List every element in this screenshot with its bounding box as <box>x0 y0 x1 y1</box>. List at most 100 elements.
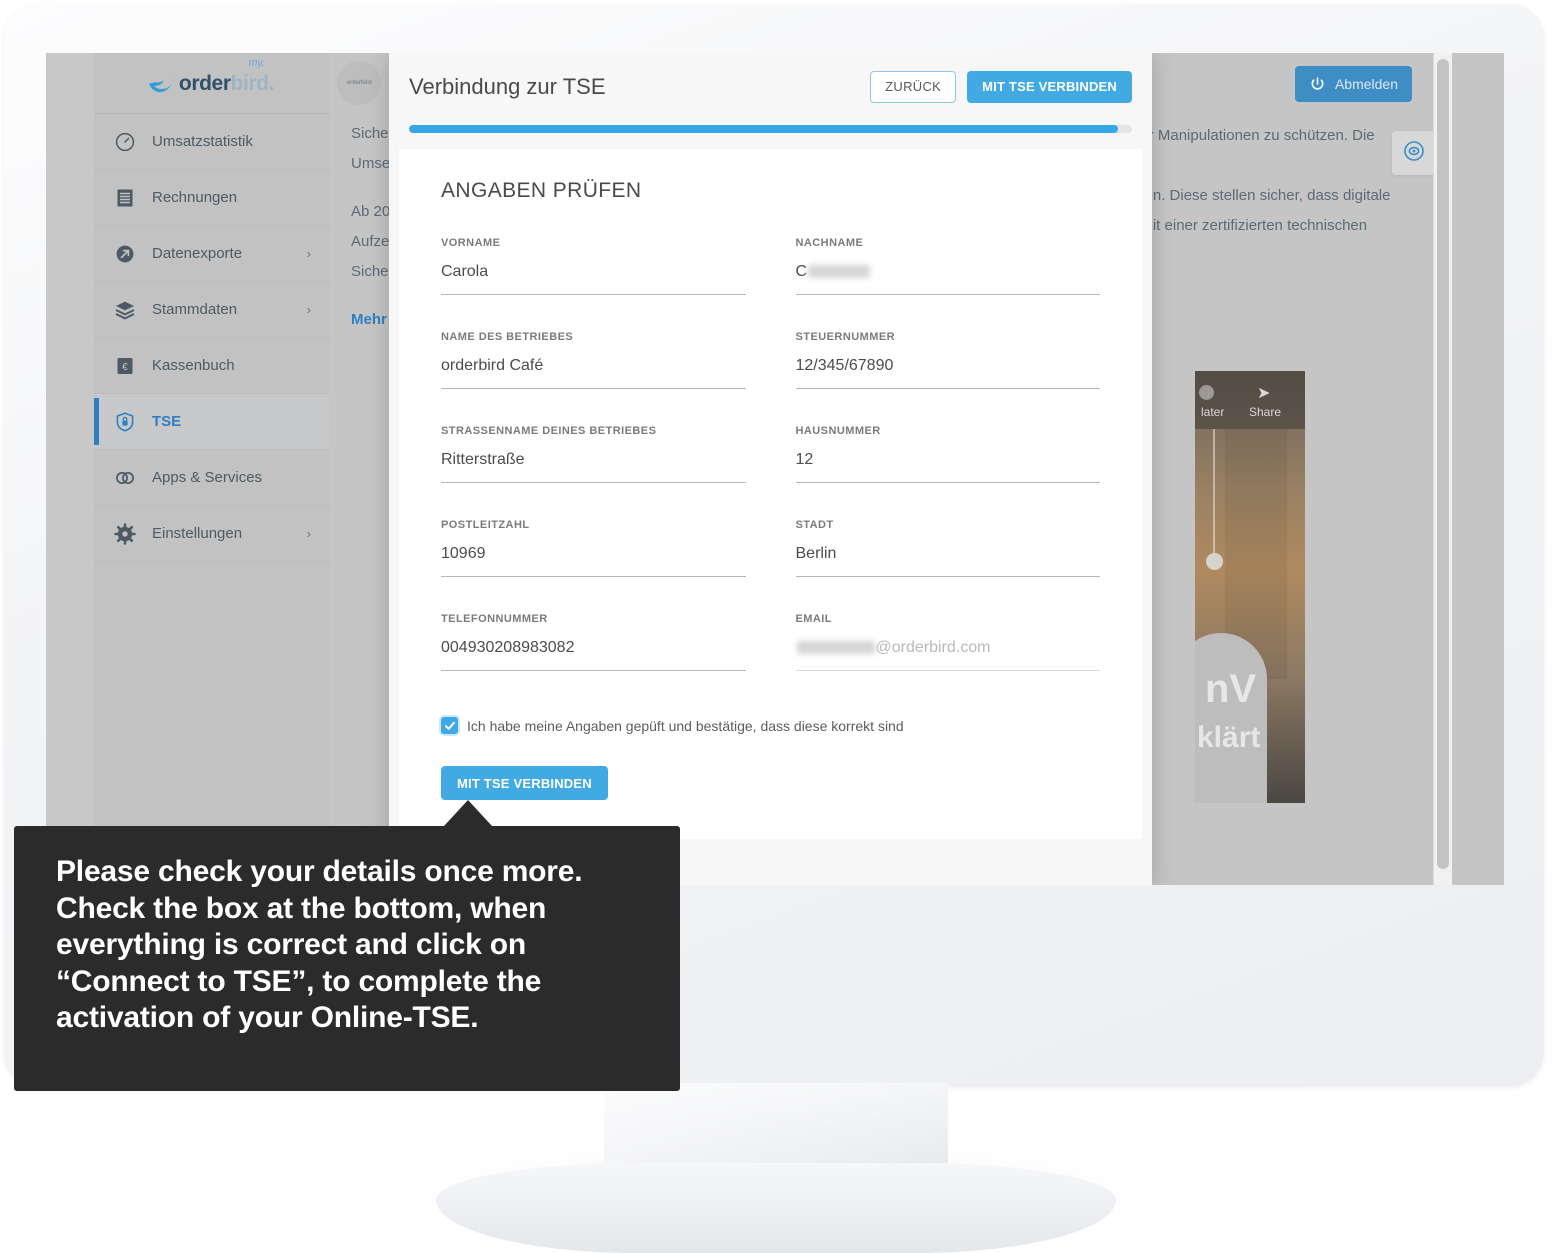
sidebar-item-umsatzstatistik[interactable]: Umsatzstatistik <box>94 114 329 170</box>
form-field: NACHNAME C <box>795 237 1100 295</box>
back-button[interactable]: ZURÜCK <box>870 70 957 103</box>
field-input[interactable]: 10969 <box>441 545 746 577</box>
field-label: VORNAME <box>441 237 501 249</box>
gear-icon <box>114 522 136 545</box>
field-input[interactable]: @orderbird.com <box>795 639 1100 671</box>
field-value: 12 <box>795 451 814 468</box>
cashbook-euro-icon: € <box>114 355 136 377</box>
field-label: NAME DES BETRIEBES <box>441 331 574 343</box>
sidebar-item-datenexporte[interactable]: Datenexporte › <box>94 226 329 282</box>
field-input[interactable]: 12/345/67890 <box>795 357 1100 389</box>
brand-my-text: my. <box>248 56 265 69</box>
shield-lock-icon <box>114 411 136 433</box>
progress-bar-fill <box>409 125 1118 133</box>
web-app: orderbird. my. Umsatzstatistik Rechnungen… <box>46 53 1504 885</box>
field-value: @orderbird.com <box>875 639 991 656</box>
field-value: Berlin <box>795 545 837 562</box>
field-label: HAUSNUMMER <box>795 425 881 437</box>
confirm-checkbox[interactable] <box>441 717 458 734</box>
bg-text-line1: Siche <box>351 125 389 142</box>
monitor: orderbird. my. Umsatzstatistik Rechnungen… <box>0 0 1552 1253</box>
form-field: VORNAME Carola <box>441 237 746 295</box>
confirm-checkbox-label: Ich habe meine Angaben gepüft und bestät… <box>467 717 904 734</box>
background-more-link[interactable]: Mehr <box>351 311 387 328</box>
field-input[interactable]: Carola <box>441 263 746 295</box>
details-form: VORNAME Carola NACHNAME C NAME DES BETRIEBES… <box>399 237 1142 671</box>
scrollbar-thumb[interactable] <box>1437 59 1449 869</box>
page-scrollbar[interactable] <box>1433 53 1452 885</box>
sidebar-item-label: Datenexporte <box>152 245 243 262</box>
field-value: 004930208983082 <box>441 639 575 656</box>
monitor-screen: orderbird. my. Umsatzstatistik Rechnungen… <box>46 53 1504 885</box>
svg-text:€: € <box>122 362 128 373</box>
watch-later-icon <box>1199 385 1214 400</box>
chevron-right-icon: › <box>306 302 311 317</box>
field-input[interactable]: Ritterstraße <box>441 451 746 483</box>
power-icon <box>1309 76 1326 93</box>
callout-pointer <box>444 800 492 826</box>
video-title-bottom: klärt <box>1197 721 1261 754</box>
field-value: 10969 <box>441 545 486 562</box>
receipt-icon <box>114 187 136 209</box>
field-input[interactable]: 004930208983082 <box>441 639 746 671</box>
field-label: STRASSENNAME DEINES BETRIEBES <box>441 425 657 437</box>
sidebar-item-label: Stammdaten <box>152 301 238 318</box>
connect-tse-submit-button[interactable]: MIT TSE VERBINDEN <box>441 766 608 800</box>
field-label: EMAIL <box>795 613 832 625</box>
chevron-right-icon: › <box>306 246 311 261</box>
progress-container <box>389 120 1152 149</box>
field-label: NACHNAME <box>795 237 864 249</box>
sidebar-item-tse[interactable]: TSE <box>94 394 329 450</box>
confirm-checkbox-row[interactable]: Ich habe meine Angaben gepüft und bestät… <box>399 671 1142 734</box>
video-action-bar: ➤ later Share <box>1195 371 1305 429</box>
field-label: POSTLEITZAHL <box>441 519 530 531</box>
logout-button[interactable]: Abmelden <box>1294 66 1412 102</box>
sidebar-item-label: Umsatzstatistik <box>152 133 253 150</box>
field-input[interactable]: 12 <box>795 451 1100 483</box>
field-value: orderbird Café <box>441 357 544 374</box>
sidebar-item-rechnungen[interactable]: Rechnungen <box>94 170 329 226</box>
export-arrow-icon <box>114 243 136 265</box>
logout-label: Abmelden <box>1334 76 1398 92</box>
help-button[interactable] <box>1392 131 1436 175</box>
sidebar-item-label: Apps & Services <box>152 469 263 486</box>
sidebar-item-kassenbuch[interactable]: € Kassenbuch <box>94 338 329 394</box>
sidebar-item-apps-services[interactable]: Apps & Services <box>94 450 329 506</box>
modal-header: Verbindung zur TSE ZURÜCK MIT TSE VERBIN… <box>389 53 1152 120</box>
sidebar-item-label: Rechnungen <box>152 189 238 206</box>
modal-footer: MIT TSE VERBINDEN <box>399 734 1142 800</box>
avatar-logo: orderbird <box>337 61 381 105</box>
bg-text-line2: Umse <box>351 155 391 172</box>
video-lamp-bulb <box>1206 553 1223 570</box>
progress-bar <box>409 125 1132 133</box>
form-field: POSTLEITZAHL 10969 <box>441 519 746 577</box>
field-input[interactable]: Berlin <box>795 545 1100 577</box>
brand-bird-text: bird. <box>230 71 275 95</box>
field-input[interactable]: C <box>795 263 1100 295</box>
sidebar-item-einstellungen[interactable]: Einstellungen › <box>94 506 329 562</box>
avatar-logo-label: orderbird <box>346 80 372 86</box>
form-field: HAUSNUMMER 12 <box>795 425 1100 483</box>
bg-right-line2: werden. Diese stellen sicher, dass digit… <box>1112 187 1391 204</box>
form-field: STRASSENNAME DEINES BETRIEBES Ritterstraß… <box>441 425 746 483</box>
chevron-right-icon: › <box>306 526 311 541</box>
video-later-label: later <box>1201 405 1225 419</box>
sidebar-item-stammdaten[interactable]: Stammdaten › <box>94 282 329 338</box>
video-lamp-cord <box>1213 429 1215 557</box>
bg-text-line4: Aufze <box>351 233 390 250</box>
bg-right-line3: sen mit einer zertifizierten technischen <box>1112 217 1368 234</box>
sidebar-item-label: TSE <box>152 413 182 430</box>
brand-order-text: order <box>178 71 231 95</box>
sidebar-nav: Umsatzstatistik Rechnungen Datenexporte › St… <box>94 114 329 562</box>
video-share-label: Share <box>1249 405 1282 419</box>
field-input[interactable]: orderbird Café <box>441 357 746 389</box>
video-person <box>1195 633 1267 803</box>
video-thumbnail[interactable]: ➤ later Share nV klärt <box>1195 371 1305 803</box>
field-value: C <box>795 263 808 280</box>
form-field: EMAIL @orderbird.com <box>795 613 1100 671</box>
connect-tse-header-button[interactable]: MIT TSE VERBINDEN <box>967 70 1132 103</box>
share-icon: ➤ <box>1257 385 1271 402</box>
form-field: STEUERNUMMER 12/345/67890 <box>795 331 1100 389</box>
redacted-text <box>796 641 875 655</box>
modal-title: Verbindung zur TSE <box>409 73 606 99</box>
